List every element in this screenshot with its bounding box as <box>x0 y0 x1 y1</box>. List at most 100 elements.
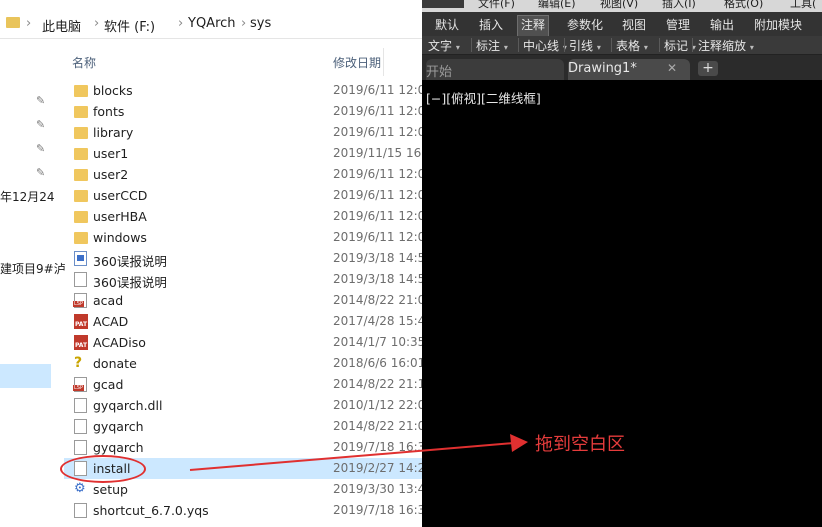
nav-item-fragment[interactable]: 建项目9#泸 <box>0 260 66 277</box>
panel-separator <box>659 38 660 52</box>
folder-icon <box>74 211 88 223</box>
file-date: 2019/6/11 12:03 <box>333 167 422 181</box>
panel-text[interactable]: 文字 ▾ <box>428 37 460 54</box>
file-row[interactable]: shortcut_6.7.0.yqs 2019/7/18 16:34 <box>64 500 422 521</box>
pin-icon[interactable]: ✎ <box>36 167 46 178</box>
pin-icon[interactable]: ✎ <box>36 95 46 106</box>
menu-edit[interactable]: 编辑(E) <box>538 0 576 11</box>
panel-table[interactable]: 表格 ▾ <box>616 37 648 54</box>
pat-file-icon: PAT <box>74 335 88 350</box>
menu-tools[interactable]: 工具( <box>790 0 816 11</box>
file-name: ACAD <box>93 314 129 329</box>
panel-separator <box>692 38 693 52</box>
file-icon <box>74 503 87 518</box>
menu-file[interactable]: 文件(F) <box>478 0 515 11</box>
breadcrumb-yqarch[interactable]: YQArch <box>188 16 236 31</box>
file-row[interactable]: 360误报说明 2019/3/18 14:57 <box>64 269 422 290</box>
file-row[interactable]: blocks 2019/6/11 12:03 <box>64 80 422 101</box>
file-name: gyqarch.dll <box>93 398 163 413</box>
file-row[interactable]: acad 2014/8/22 21:09 <box>64 290 422 311</box>
tab-start[interactable]: 开始 <box>426 59 564 80</box>
file-row[interactable]: userHBA 2019/6/11 12:03 <box>64 206 422 227</box>
panel-dimension-label: 标注 <box>476 39 501 53</box>
file-date: 2014/8/22 21:10 <box>333 377 422 391</box>
file-row[interactable]: ? donate 2018/6/6 16:01 <box>64 353 422 374</box>
file-name: library <box>93 125 134 140</box>
file-row[interactable]: library 2019/6/11 12:03 <box>64 122 422 143</box>
file-row[interactable]: PAT ACAD 2017/4/28 15:40 <box>64 311 422 332</box>
nav-item-fragment[interactable]: 年12月24 <box>0 188 55 205</box>
lsp-file-icon <box>73 377 87 392</box>
pin-icon[interactable]: ✎ <box>36 143 46 154</box>
breadcrumb-drive[interactable]: 软件 (F:) <box>104 16 155 35</box>
folder-icon <box>74 148 88 160</box>
menu-insert[interactable]: 插入(I) <box>662 0 696 11</box>
file-date: 2019/2/27 14:29 <box>333 461 422 475</box>
file-row[interactable]: user1 2019/11/15 16:3 <box>64 143 422 164</box>
ribbon-tab-output[interactable]: 输出 <box>710 16 734 36</box>
menu-format[interactable]: 格式(O) <box>724 0 763 11</box>
folder-icon <box>74 85 88 97</box>
document-tabs: 开始 Drawing1* ✕ + <box>422 55 822 80</box>
file-row[interactable]: gcad 2014/8/22 21:10 <box>64 374 422 395</box>
close-icon[interactable]: ✕ <box>667 61 677 75</box>
panel-leader-label: 引线 <box>569 39 594 53</box>
highlight-ellipse <box>60 455 146 483</box>
pin-icon[interactable]: ✎ <box>36 119 46 130</box>
folder-icon <box>74 190 88 202</box>
breadcrumb-sys[interactable]: sys <box>250 16 271 31</box>
column-date-header[interactable]: 修改日期 <box>333 54 381 71</box>
file-icon <box>74 398 87 413</box>
ribbon-tab-addins[interactable]: 附加模块 <box>754 16 802 36</box>
ribbon-tab-insert[interactable]: 插入 <box>479 16 503 36</box>
file-name: user1 <box>93 146 129 161</box>
file-row[interactable]: fonts 2019/6/11 12:03 <box>64 101 422 122</box>
chevron-right-icon: › <box>26 16 32 31</box>
viewport-controls[interactable]: [−][俯视][二维线框] <box>426 88 541 107</box>
ribbon-panels: 文字 ▾ 标注 ▾ 中心线 ▾ 引线 ▾ 表格 ▾ 标记 ▾ 注释缩放 ▾ <box>422 36 822 55</box>
text-file-icon <box>74 272 87 287</box>
file-row[interactable]: userCCD 2019/6/11 12:03 <box>64 185 422 206</box>
file-name: 360误报说明 <box>93 254 167 269</box>
tab-drawing1[interactable]: Drawing1* ✕ <box>568 59 690 80</box>
nav-selected-item[interactable] <box>0 364 51 388</box>
column-divider[interactable] <box>383 48 384 76</box>
file-row[interactable]: user2 2019/6/11 12:03 <box>64 164 422 185</box>
ribbon-tab-annotate[interactable]: 注释 <box>517 15 550 36</box>
panel-centerline-label: 中心线 <box>523 39 560 53</box>
address-bar[interactable]: › 此电脑 › 软件 (F:) › YQArch › sys <box>0 8 422 39</box>
ribbon-tabs: 默认 插入 注释 参数化 视图 管理 输出 附加模块 <box>422 12 822 36</box>
panel-annotation-scaling[interactable]: 注释缩放 ▾ <box>698 37 754 54</box>
file-date: 2010/1/12 22:02 <box>333 398 422 412</box>
file-row[interactable]: PAT ACADiso 2014/1/7 10:35 <box>64 332 422 353</box>
ribbon-tab-parametric[interactable]: 参数化 <box>567 16 603 36</box>
file-date: 2019/6/11 12:03 <box>333 230 422 244</box>
ribbon-tab-default[interactable]: 默认 <box>435 16 459 36</box>
tab-drawing1-label: Drawing1* <box>568 61 637 76</box>
panel-annotation-scaling-label: 注释缩放 <box>698 39 747 53</box>
file-name: ACADiso <box>93 335 146 350</box>
file-date: 2019/3/18 14:57 <box>333 272 422 286</box>
column-name-header[interactable]: 名称 <box>72 54 96 71</box>
panel-markup-label: 标记 <box>664 39 689 53</box>
document-icon <box>74 251 87 266</box>
breadcrumb-this-pc[interactable]: 此电脑 <box>42 16 81 35</box>
ribbon-tab-view[interactable]: 视图 <box>622 16 646 36</box>
menu-bar: 文件(F) 编辑(E) 视图(V) 插入(I) 格式(O) 工具( <box>422 0 822 12</box>
plus-icon[interactable]: + <box>698 61 718 76</box>
panel-separator <box>471 38 472 52</box>
panel-dimension[interactable]: 标注 ▾ <box>476 37 508 54</box>
file-row[interactable]: 360误报说明 2019/3/18 14:57 <box>64 248 422 269</box>
menu-view[interactable]: 视图(V) <box>600 0 638 11</box>
file-name: shortcut_6.7.0.yqs <box>93 503 209 518</box>
panel-centerline[interactable]: 中心线 ▾ <box>523 37 567 54</box>
file-explorer-window: › 此电脑 › 软件 (F:) › YQArch › sys ✎ ✎ ✎ ✎ 年… <box>0 0 422 527</box>
file-row[interactable]: gyqarch.dll 2010/1/12 22:02 <box>64 395 422 416</box>
setup-icon: ⚙ <box>74 481 86 496</box>
ribbon-tab-manage[interactable]: 管理 <box>666 16 690 36</box>
file-icon <box>74 440 87 455</box>
file-row[interactable]: gyqarch 2014/8/22 21:09 <box>64 416 422 437</box>
file-row[interactable]: windows 2019/6/11 12:03 <box>64 227 422 248</box>
file-date: 2019/3/30 13:49 <box>333 482 422 496</box>
panel-leader[interactable]: 引线 ▾ <box>569 37 601 54</box>
